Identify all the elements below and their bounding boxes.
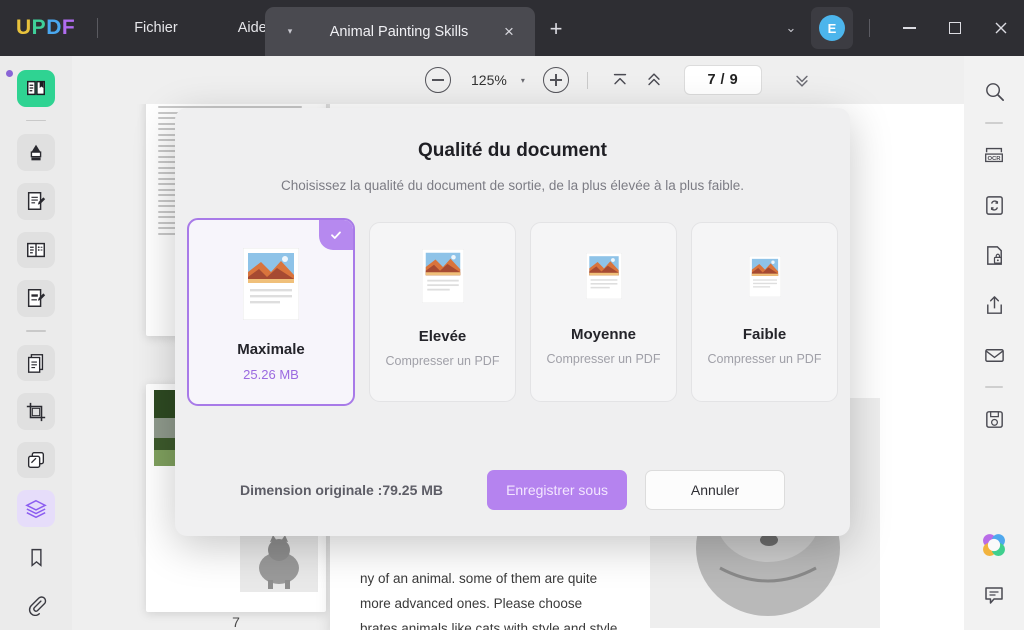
check-icon xyxy=(329,228,343,242)
quality-option-maximale[interactable]: Maximale 25.26 MB xyxy=(187,218,355,406)
quality-label: Elevée xyxy=(419,328,467,345)
quality-thumbnail xyxy=(422,249,464,308)
quality-size: Compresser un PDF xyxy=(708,352,822,366)
quality-label: Faible xyxy=(743,326,786,343)
quality-option-faible[interactable]: Faible Compresser un PDF xyxy=(691,222,838,402)
modal-scrim: Qualité du document Choisissez la qualit… xyxy=(0,0,1024,630)
original-size-label: Dimension originale :79.25 MB xyxy=(240,482,443,498)
document-quality-dialog: Qualité du document Choisissez la qualit… xyxy=(175,108,850,536)
selected-badge xyxy=(319,220,353,250)
document-preview-icon xyxy=(422,249,464,303)
document-preview-icon xyxy=(243,248,299,320)
dialog-footer: Dimension originale :79.25 MB Enregistre… xyxy=(175,470,850,510)
quality-size: Compresser un PDF xyxy=(547,352,661,366)
document-preview-icon xyxy=(586,253,622,299)
quality-thumbnail xyxy=(243,248,299,325)
quality-size: Compresser un PDF xyxy=(386,354,500,368)
quality-thumbnail xyxy=(749,256,781,302)
cancel-button[interactable]: Annuler xyxy=(645,470,785,510)
quality-size: 25.26 MB xyxy=(243,367,299,382)
quality-option-elevee[interactable]: Elevée Compresser un PDF xyxy=(369,222,516,402)
dialog-subtitle: Choisissez la qualité du document de sor… xyxy=(175,178,850,193)
quality-label: Moyenne xyxy=(571,326,636,343)
quality-thumbnail xyxy=(586,253,622,304)
document-preview-icon xyxy=(749,256,781,297)
save-as-button[interactable]: Enregistrer sous xyxy=(487,470,627,510)
quality-option-list: Maximale 25.26 MB xyxy=(175,222,850,406)
dialog-title: Qualité du document xyxy=(175,140,850,162)
quality-option-moyenne[interactable]: Moyenne Compresser un PDF xyxy=(530,222,677,402)
quality-label: Maximale xyxy=(237,341,305,358)
updf-application-window: U P D F Fichier Aide ▾ Animal Painting S… xyxy=(0,0,1024,630)
